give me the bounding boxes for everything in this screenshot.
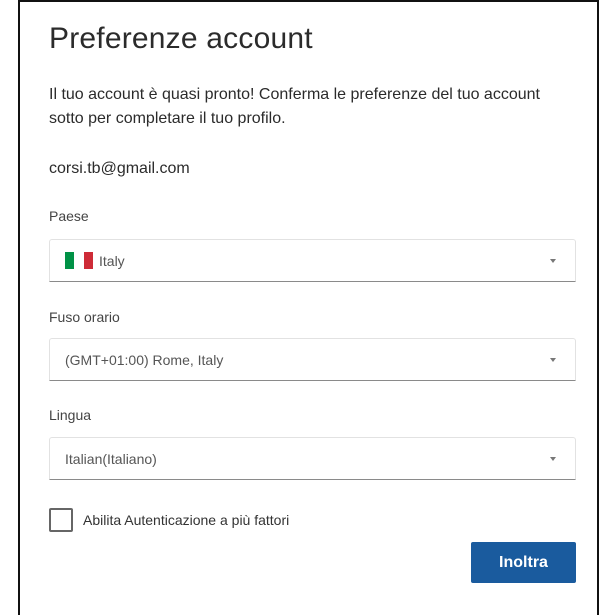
chevron-down-icon	[550, 358, 556, 362]
account-email: corsi.tb@gmail.com	[49, 160, 190, 177]
chevron-down-icon	[550, 259, 556, 263]
country-label: Paese	[49, 208, 89, 224]
timezone-select[interactable]: (GMT+01:00) Rome, Italy	[49, 338, 576, 381]
language-label: Lingua	[49, 407, 92, 423]
mfa-option[interactable]: Abilita Autenticazione a più fattori	[49, 508, 289, 532]
chevron-down-icon	[550, 457, 556, 461]
page-title: Preferenze account	[49, 22, 313, 55]
submit-button[interactable]: Inoltra	[471, 542, 576, 583]
intro-text: Il tuo account è quasi pronto! Conferma …	[49, 86, 540, 127]
mfa-checkbox-label: Abilita Autenticazione a più fattori	[83, 512, 290, 528]
country-select-value: Italy	[99, 252, 125, 269]
mfa-checkbox[interactable]	[49, 508, 73, 532]
language-select[interactable]: Italian(Italiano)	[49, 437, 576, 480]
language-select-value: Italian(Italiano)	[65, 450, 157, 467]
timezone-select-value: (GMT+01:00) Rome, Italy	[65, 351, 224, 368]
italy-flag-icon	[65, 252, 93, 269]
timezone-label: Fuso orario	[49, 309, 120, 325]
country-select[interactable]: Italy	[49, 239, 576, 282]
